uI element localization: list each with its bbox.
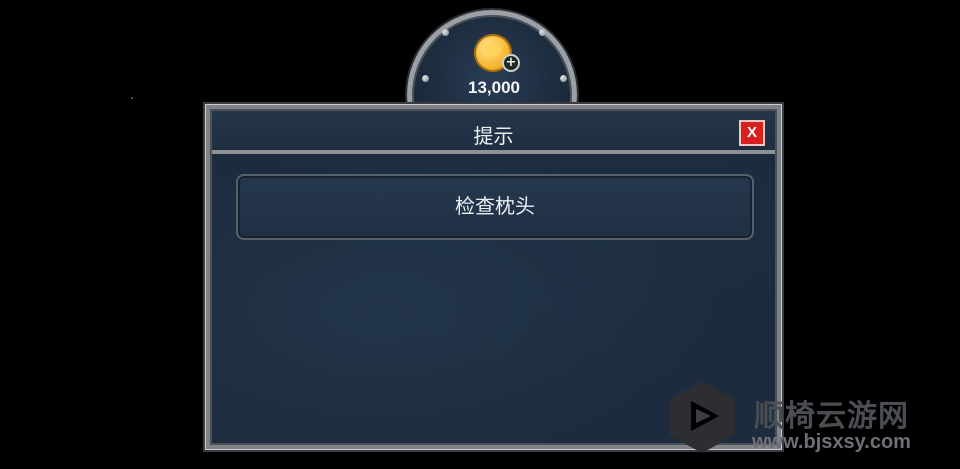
watermark-title: 顺椅云游网: [754, 399, 909, 434]
close-button[interactable]: X: [739, 120, 765, 146]
dialog-title: 提示: [473, 124, 514, 148]
coin-face-icon: [485, 42, 501, 56]
rivet-icon: [442, 29, 449, 36]
dialog-header: 提示 X: [212, 111, 775, 154]
stray-dot: [131, 97, 133, 99]
currency-amount: 13,000: [468, 78, 520, 97]
watermark-url: www.bjsxsy.com: [752, 431, 911, 453]
watermark-logo-icon: [669, 381, 735, 453]
rivet-icon: [539, 29, 546, 36]
rivet-icon: [560, 75, 567, 82]
check-pillow-button[interactable]: 检查枕头: [236, 174, 754, 240]
add-currency-button[interactable]: +: [502, 54, 520, 72]
rivet-icon: [422, 75, 429, 82]
